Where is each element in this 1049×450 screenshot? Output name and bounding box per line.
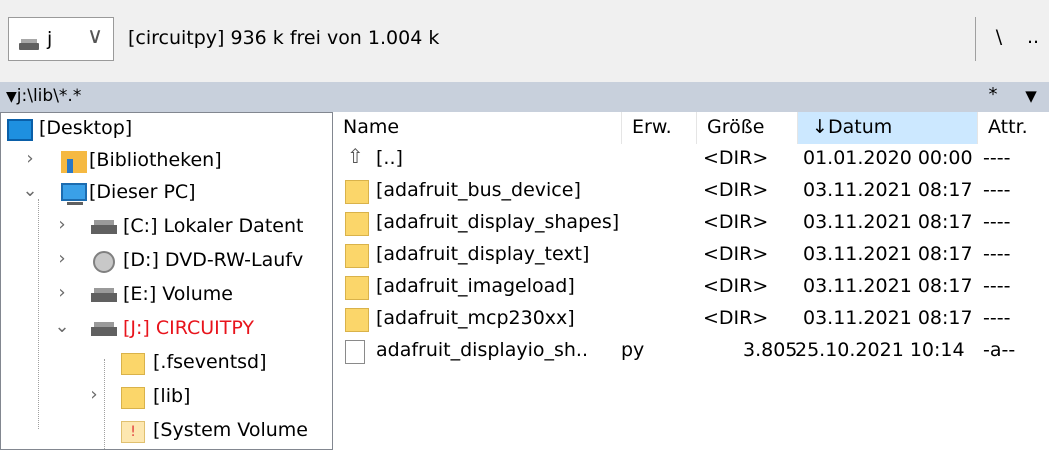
file-name: adafruit_displayio_sh..: [376, 339, 589, 361]
dvd-drive-icon: [93, 251, 115, 273]
file-row[interactable]: adafruit_displayio_sh.. py 3.805 25.10.2…: [333, 336, 1049, 368]
computer-icon: [61, 183, 87, 205]
file-date: 03.11.2021 08:17: [803, 275, 973, 297]
file-date: 03.11.2021 08:17: [803, 307, 973, 329]
folder-icon: [345, 180, 369, 204]
file-date: 03.11.2021 08:17: [803, 211, 973, 233]
file-attr: ----: [983, 179, 1011, 201]
libraries-icon: [61, 151, 87, 173]
file-name: [..]: [376, 147, 403, 169]
file-name: [adafruit_display_text]: [376, 243, 590, 265]
chevron-down-icon[interactable]: ⌄: [53, 316, 71, 337]
triangle-down-icon: ▼: [6, 89, 17, 105]
folder-tree: [Desktop] › [Bibliotheken] ⌄ [Dieser PC]…: [0, 112, 333, 450]
column-header-label: Erw.: [632, 116, 672, 138]
file-size: <DIR>: [703, 147, 769, 169]
file-date: 03.11.2021 08:17: [803, 243, 973, 265]
drive-letter: j: [47, 28, 53, 50]
drive-select[interactable]: j ∨: [8, 17, 114, 61]
file-row[interactable]: [adafruit_imageload] <DIR> 03.11.2021 08…: [333, 272, 1049, 304]
column-header-date[interactable]: ↓ Datum: [798, 112, 978, 144]
desktop-icon: [7, 119, 33, 141]
file-name: [adafruit_imageload]: [376, 275, 575, 297]
file-row[interactable]: [adafruit_display_shapes] <DIR> 03.11.20…: [333, 208, 1049, 240]
chevron-down-icon[interactable]: ⌄: [21, 180, 39, 201]
parent-directory-button[interactable]: ..: [1022, 26, 1044, 56]
tree-item-label: [.fseventsd]: [153, 351, 267, 373]
file-attr: ----: [983, 211, 1011, 233]
file-name: [adafruit_mcp230xx]: [376, 307, 575, 329]
current-path: ▼j:\lib\*.*: [6, 86, 81, 106]
file-name: [adafruit_bus_device]: [376, 179, 581, 201]
column-header-size[interactable]: Größe: [697, 112, 798, 144]
history-dropdown-button[interactable]: ▼: [1018, 84, 1044, 110]
drive-icon: [91, 322, 117, 336]
folder-icon: [121, 353, 145, 375]
file-size: <DIR>: [703, 243, 769, 265]
chevron-right-icon[interactable]: ›: [21, 148, 39, 169]
file-name: [adafruit_display_shapes]: [376, 211, 620, 233]
drive-icon: [19, 39, 39, 50]
tree-item-label: [E:] Volume: [123, 283, 233, 305]
column-header-label: Attr.: [988, 116, 1028, 138]
file-size: <DIR>: [703, 307, 769, 329]
chevron-right-icon[interactable]: ›: [53, 214, 71, 235]
file-attr: ----: [983, 243, 1011, 265]
tree-guide: [104, 359, 105, 449]
tree-item-label: [lib]: [153, 385, 191, 407]
warning-folder-icon: !: [121, 421, 145, 443]
file-attr: ----: [983, 147, 1011, 169]
file-size: 3.805: [743, 339, 798, 361]
tree-item-label: [Dieser PC]: [89, 181, 196, 203]
folder-icon: [121, 387, 145, 409]
chevron-right-icon[interactable]: ›: [53, 248, 71, 269]
tree-item-label: [C:] Lokaler Datent: [123, 215, 304, 237]
tree-item-label: [System Volume: [153, 419, 308, 441]
drive-icon: [91, 220, 117, 234]
file-attr: ----: [983, 307, 1011, 329]
column-header-attr[interactable]: Attr.: [978, 112, 1049, 144]
root-directory-button[interactable]: \: [988, 26, 1010, 56]
file-date: 01.01.2020 00:00: [803, 147, 973, 169]
folder-icon: [345, 244, 369, 268]
file-row[interactable]: [adafruit_bus_device] <DIR> 03.11.2021 0…: [333, 176, 1049, 208]
tree-item-label: [D:] DVD-RW-Laufv: [123, 249, 304, 271]
drive-free-space: [circuitpy] 936 k frei von 1.004 k: [128, 27, 440, 49]
file-row[interactable]: [adafruit_display_text] <DIR> 03.11.2021…: [333, 240, 1049, 272]
file-row[interactable]: ⇧ [..] <DIR> 01.01.2020 00:00 ----: [333, 144, 1049, 176]
path-bar: [0, 82, 1049, 112]
file-extension: py: [621, 339, 645, 361]
file-row[interactable]: [adafruit_mcp230xx] <DIR> 03.11.2021 08:…: [333, 304, 1049, 336]
up-folder-icon: ⇧: [347, 144, 364, 168]
chevron-right-icon[interactable]: ›: [85, 384, 103, 405]
tree-guide: [38, 199, 39, 429]
file-icon: [345, 340, 365, 364]
file-size: <DIR>: [703, 275, 769, 297]
chevron-right-icon[interactable]: ›: [53, 282, 71, 303]
column-header-label: Name: [343, 116, 400, 138]
folder-icon: [345, 212, 369, 236]
filter-button[interactable]: *: [980, 84, 1006, 110]
chevron-down-icon[interactable]: ∨: [87, 24, 103, 49]
tree-item-label: [J:] CIRCUITPY: [123, 317, 255, 339]
tree-item-label: [Bibliotheken]: [89, 149, 222, 171]
tree-item-label: [Desktop]: [39, 117, 133, 139]
file-attr: -a--: [983, 339, 1016, 361]
column-header-label: Datum: [828, 116, 893, 138]
drive-icon: [91, 288, 117, 302]
file-date: 25.10.2021 10:14: [795, 339, 965, 361]
file-attr: ----: [983, 275, 1011, 297]
file-date: 03.11.2021 08:17: [803, 179, 973, 201]
sort-arrow-down-icon: ↓: [812, 116, 828, 138]
column-header-ext[interactable]: Erw.: [622, 112, 697, 144]
file-size: <DIR>: [703, 179, 769, 201]
folder-icon: [345, 276, 369, 300]
column-header-name[interactable]: Name: [333, 112, 622, 144]
file-size: <DIR>: [703, 211, 769, 233]
column-header-label: Größe: [707, 116, 765, 138]
divider: [975, 17, 976, 61]
folder-icon: [345, 308, 369, 332]
path-label: j:\lib\*.*: [16, 86, 82, 106]
